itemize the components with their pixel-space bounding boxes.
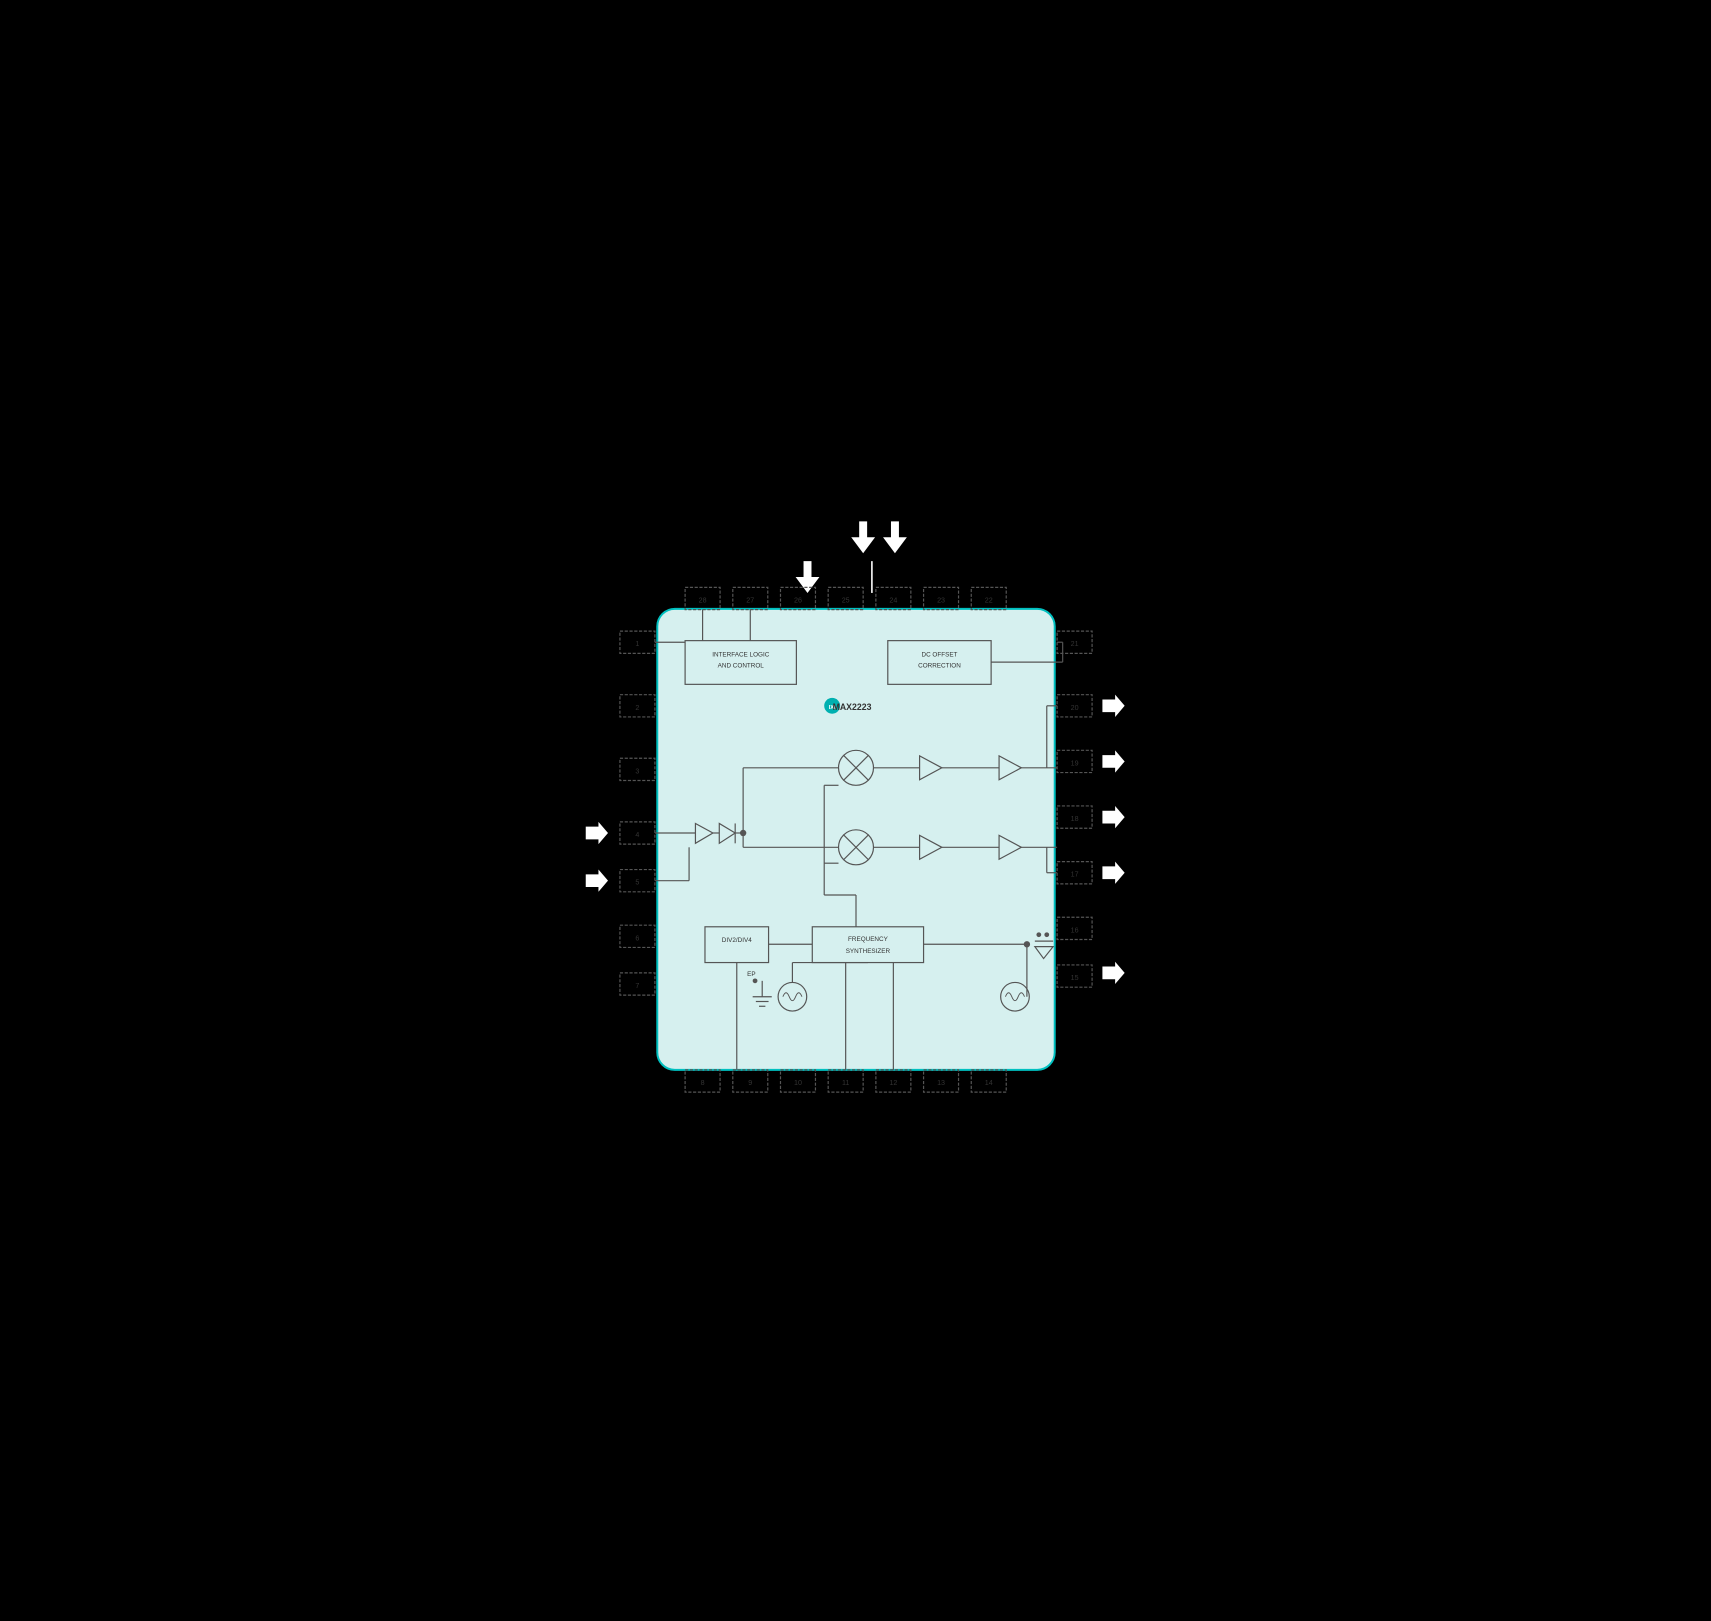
pin-label-12: 12: [889, 1078, 897, 1086]
pin-label-11: 11: [841, 1078, 848, 1086]
pin-label-20: 20: [1070, 703, 1078, 711]
pin-label-24: 24: [889, 596, 897, 604]
freq-synth-label-2: SYNTHESIZER: [845, 948, 890, 955]
div-dot-1: [1036, 932, 1041, 937]
pin-label-26: 26: [793, 596, 801, 604]
ext-arrow-right-17: [1102, 861, 1124, 883]
div-label-1: DIV2/DIV4: [721, 936, 751, 943]
pin-label-16: 16: [1070, 926, 1078, 934]
pin-label-15: 15: [1070, 974, 1078, 982]
interface-logic-label-1: INTERFACE LOGIC: [712, 651, 770, 658]
interface-logic-label-2: AND CONTROL: [717, 662, 764, 669]
ep-label: EP: [747, 971, 755, 978]
ext-arrow-right-20: [1102, 694, 1124, 716]
ic-body: [657, 608, 1054, 1069]
arrow-down-1: [851, 521, 875, 553]
ext-arrow-left-5: [585, 869, 607, 891]
ep-dot: [752, 978, 757, 983]
dc-offset-label-2: CORRECTION: [918, 662, 961, 669]
pin-label-8: 8: [700, 1078, 704, 1086]
pin-label-28: 28: [698, 596, 706, 604]
pin-label-22: 22: [984, 596, 992, 604]
pin-label-1: 1: [635, 640, 639, 648]
pin-label-27: 27: [746, 596, 754, 604]
arrow-down-2: [883, 521, 907, 553]
pin-label-19: 19: [1070, 759, 1078, 767]
ext-arrow-right-18: [1102, 805, 1124, 827]
ext-arrow-left-4: [585, 821, 607, 843]
pin-label-4: 4: [635, 830, 639, 838]
pin-label-7: 7: [635, 981, 639, 989]
pin-label-5: 5: [635, 878, 639, 886]
pin-label-9: 9: [748, 1078, 752, 1086]
freq-synth-label-1: FREQUENCY: [848, 936, 889, 943]
pin-label-10: 10: [793, 1078, 801, 1086]
pin-label-2: 2: [635, 703, 639, 711]
dc-offset-label-1: DC OFFSET: [921, 651, 957, 658]
ic-diagram: 28 27 26 25 24 23 22 1 2 3 4 5: [546, 491, 1166, 1171]
pin-label-25: 25: [841, 596, 849, 604]
ext-arrow-right-19: [1102, 750, 1124, 772]
pin-label-17: 17: [1070, 870, 1078, 878]
pin-label-23: 23: [937, 596, 945, 604]
pin-label-6: 6: [635, 934, 639, 942]
div-dot-2: [1044, 932, 1049, 937]
pin-label-21: 21: [1070, 640, 1078, 648]
pin-label-14: 14: [984, 1078, 992, 1086]
ext-arrow-right-15: [1102, 961, 1124, 983]
chip-name: MAX2223: [832, 701, 871, 711]
pin-label-18: 18: [1070, 815, 1078, 823]
pin-label-3: 3: [635, 767, 639, 775]
pin-label-13: 13: [937, 1078, 945, 1086]
